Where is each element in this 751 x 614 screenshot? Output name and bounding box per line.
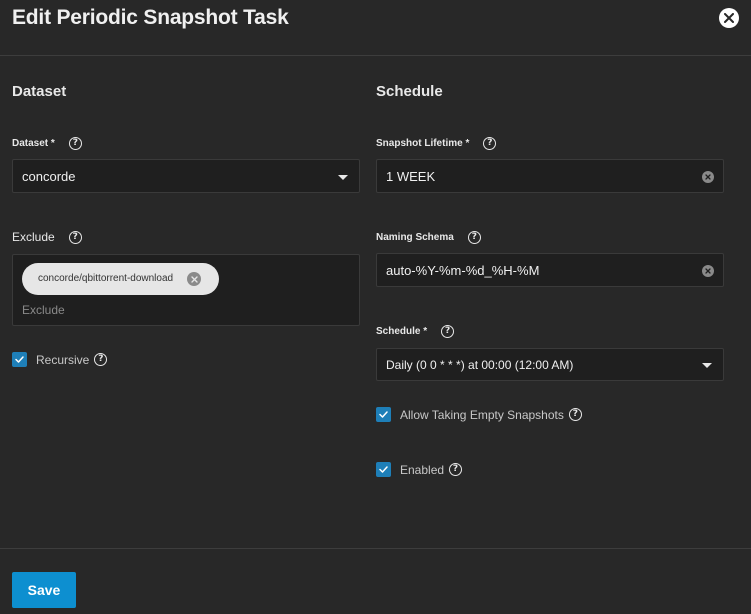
snapshot-lifetime-help-icon[interactable]: ?	[483, 137, 497, 150]
dialog-title: Edit Periodic Snapshot Task	[12, 6, 289, 29]
close-icon	[724, 13, 734, 23]
save-button[interactable]: Save	[12, 572, 76, 608]
close-button[interactable]	[719, 8, 739, 28]
allow-empty-label: Allow Taking Empty Snapshots	[400, 407, 564, 422]
exclude-chip-input[interactable]: concorde/qbittorrent-download Exclude	[12, 254, 360, 326]
check-icon	[379, 466, 388, 473]
enabled-help-icon[interactable]: ?	[449, 463, 463, 476]
dataset-select[interactable]: concorde	[12, 159, 360, 193]
snapshot-lifetime-label: Snapshot Lifetime * ?	[376, 137, 497, 150]
exclude-label: Exclude ?	[12, 230, 82, 244]
clear-icon[interactable]	[702, 171, 714, 183]
schedule-select[interactable]: Daily (0 0 * * *) at 00:00 (12:00 AM)	[376, 348, 724, 381]
enabled-checkbox[interactable]	[376, 462, 391, 477]
naming-schema-label: Naming Schema ?	[376, 231, 481, 244]
exclude-help-icon[interactable]: ?	[68, 230, 82, 244]
snapshot-lifetime-input[interactable]: 1 WEEK	[376, 159, 724, 193]
allow-empty-row: Allow Taking Empty Snapshots ?	[376, 407, 582, 422]
schedule-label: Schedule * ?	[376, 325, 455, 338]
clear-icon[interactable]	[702, 265, 714, 277]
allow-empty-checkbox[interactable]	[376, 407, 391, 422]
enabled-label: Enabled	[400, 462, 445, 477]
schedule-help-icon[interactable]: ?	[441, 325, 455, 338]
check-icon	[15, 356, 24, 363]
recursive-row: Recursive ?	[12, 352, 108, 367]
check-icon	[379, 411, 388, 418]
snapshot-lifetime-value: 1 WEEK	[386, 169, 436, 184]
dataset-section-title: Dataset	[12, 83, 67, 100]
chevron-down-icon	[702, 363, 712, 368]
recursive-checkbox[interactable]	[12, 352, 27, 367]
dialog-header: Edit Periodic Snapshot Task	[0, 0, 751, 56]
recursive-label: Recursive	[36, 352, 90, 367]
naming-schema-value: auto-%Y-%m-%d_%H-%M	[386, 263, 540, 278]
allow-empty-help-icon[interactable]: ?	[568, 408, 582, 421]
schedule-section-title: Schedule	[376, 83, 443, 100]
dataset-label: Dataset * ?	[12, 137, 82, 150]
chip-remove-icon[interactable]	[187, 272, 201, 286]
chevron-down-icon	[338, 175, 348, 180]
dataset-value: concorde	[22, 169, 76, 184]
recursive-help-icon[interactable]: ?	[94, 353, 108, 366]
exclude-chip: concorde/qbittorrent-download	[22, 263, 219, 295]
schedule-value: Daily (0 0 * * *) at 00:00 (12:00 AM)	[386, 358, 574, 372]
naming-schema-input[interactable]: auto-%Y-%m-%d_%H-%M	[376, 253, 724, 287]
exclude-input-placeholder[interactable]: Exclude	[22, 303, 65, 317]
dataset-help-icon[interactable]: ?	[68, 137, 82, 150]
naming-schema-help-icon[interactable]: ?	[467, 231, 481, 244]
enabled-row: Enabled ?	[376, 462, 463, 477]
footer-divider	[0, 548, 751, 549]
exclude-chip-label: concorde/qbittorrent-download	[38, 273, 174, 284]
